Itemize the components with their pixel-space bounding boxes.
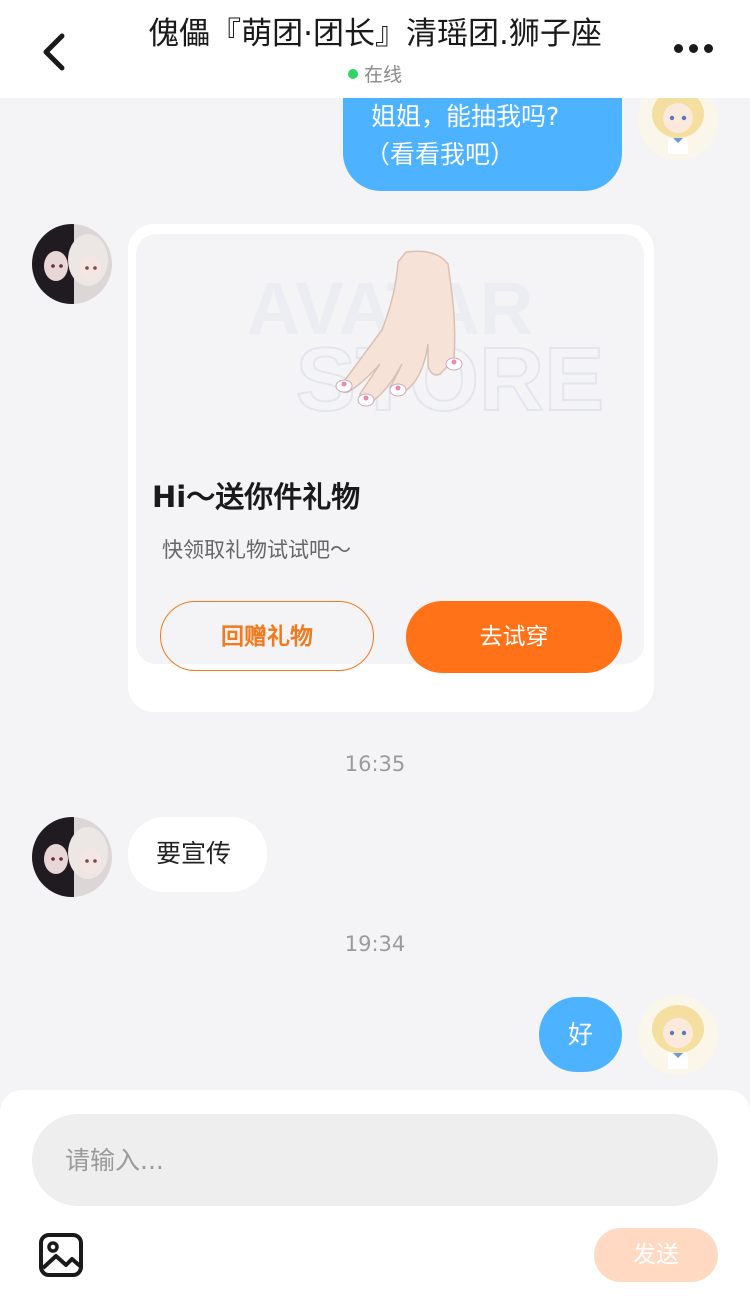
gift-preview-image[interactable]: AVATAR STORE (136, 234, 644, 664)
input-bar: 发送 (0, 1090, 750, 1303)
message-text: 好 (567, 1020, 593, 1049)
contact-avatar[interactable] (32, 817, 112, 897)
return-gift-button[interactable]: 回赠礼物 (160, 601, 374, 671)
message-text: （看看我吧） (365, 140, 516, 169)
timestamp: 16:35 (344, 752, 406, 776)
try-on-button[interactable]: 去试穿 (406, 601, 622, 673)
online-dot-icon (347, 68, 358, 79)
image-picker-icon[interactable] (38, 1232, 84, 1278)
send-button[interactable]: 发送 (594, 1228, 718, 1282)
chat-title: 傀儡『萌团·团长』清瑶团.狮子座 (148, 16, 602, 52)
more-options-icon[interactable] (674, 44, 714, 58)
gift-card-title: Hi～送你件礼物 (152, 480, 361, 514)
message-text: 要宣传 (156, 839, 232, 868)
my-message-bubble[interactable]: 好 (539, 997, 622, 1072)
chat-header: 傀儡『萌团·团长』清瑶团.狮子座 在线 (0, 0, 750, 98)
message-input[interactable] (32, 1114, 718, 1206)
message-text: 姐姐，能抽我吗? (371, 102, 560, 131)
online-status-label: 在线 (363, 64, 402, 86)
my-avatar[interactable] (638, 995, 718, 1075)
gift-card[interactable]: AVATAR STORE Hi～送你件礼物 快领取礼物试试吧～ 回赠礼物 去试穿 (128, 224, 654, 712)
timestamp: 19:34 (344, 932, 406, 956)
online-status: 在线 (0, 62, 750, 88)
gift-card-subtitle: 快领取礼物试试吧～ (162, 538, 351, 562)
contact-avatar[interactable] (32, 224, 112, 304)
contact-message-bubble[interactable]: 要宣传 (128, 817, 267, 892)
